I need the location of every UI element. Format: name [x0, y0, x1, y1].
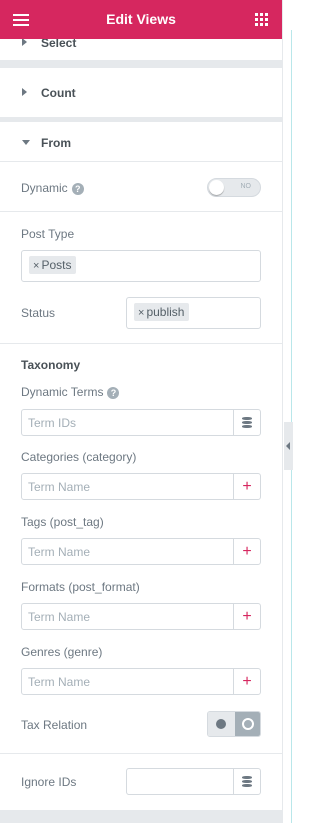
dynamic-tags-button[interactable] [233, 410, 260, 435]
add-genre-button[interactable]: + [233, 669, 260, 694]
dynamic-terms-label: Dynamic Terms? [21, 385, 120, 399]
database-icon [242, 776, 252, 787]
ignore-ids-label: Ignore IDs [21, 775, 77, 789]
plus-icon: + [242, 608, 252, 625]
collapse-panel-button[interactable] [284, 422, 293, 470]
categories-label: Categories (category) [21, 450, 137, 464]
dynamic-terms-input[interactable]: Term IDs [21, 409, 261, 436]
circle-outline-icon [242, 718, 254, 730]
formats-input[interactable]: Term Name + [21, 603, 261, 630]
caret-right-icon [22, 39, 27, 46]
section-from-label: From [41, 136, 71, 150]
caret-right-icon [22, 88, 27, 96]
post-type-select[interactable]: × Posts [21, 250, 261, 282]
toggle-knob [209, 180, 224, 195]
genres-label: Genres (genre) [21, 645, 103, 659]
divider [0, 753, 282, 754]
section-select-label: Select [41, 39, 77, 50]
section-count-label: Count [41, 86, 76, 100]
genres-input[interactable]: Term Name + [21, 668, 261, 695]
dynamic-tags-button[interactable] [233, 769, 260, 794]
plus-icon: + [242, 478, 252, 495]
status-chip[interactable]: × publish [134, 303, 190, 321]
tax-relation-or-option[interactable] [235, 712, 260, 736]
filled-circle-icon [216, 719, 226, 729]
preview-edge [282, 0, 293, 823]
add-tag-button[interactable]: + [233, 539, 260, 564]
post-type-label: Post Type [21, 227, 75, 241]
database-icon [242, 417, 252, 428]
add-category-button[interactable]: + [233, 474, 260, 499]
panel-header: Edit Views [0, 0, 282, 39]
panel-title: Edit Views [106, 11, 176, 27]
categories-input[interactable]: Term Name + [21, 473, 261, 500]
help-icon[interactable]: ? [107, 386, 120, 399]
taxonomy-title: Taxonomy [21, 358, 81, 372]
plus-icon: + [242, 673, 252, 690]
section-from-body: Dynamic? NO Post Type × Posts Status × pub… [0, 162, 282, 810]
divider [0, 343, 282, 344]
remove-chip-icon[interactable]: × [138, 307, 144, 319]
tags-input[interactable]: Term Name + [21, 538, 261, 565]
grid-icon[interactable] [255, 13, 268, 26]
divider [0, 211, 282, 212]
tax-relation-choose [207, 711, 261, 737]
status-select[interactable]: × publish [126, 297, 261, 329]
ignore-ids-input[interactable] [126, 768, 261, 795]
dynamic-label: Dynamic? [21, 181, 84, 195]
caret-down-icon [22, 140, 30, 145]
help-icon[interactable]: ? [71, 182, 84, 195]
section-select[interactable]: Select [0, 39, 282, 61]
dynamic-toggle[interactable]: NO [207, 178, 261, 197]
editor-panel: Edit Views Select Count From Dynamic? NO… [0, 0, 282, 823]
toggle-text: NO [240, 183, 252, 190]
status-label: Status [21, 306, 56, 320]
tags-label: Tags (post_tag) [21, 515, 104, 529]
tax-relation-and-option[interactable] [208, 712, 235, 736]
section-from[interactable]: From [0, 122, 282, 162]
formats-label: Formats (post_format) [21, 580, 140, 594]
remove-chip-icon[interactable]: × [33, 260, 39, 272]
add-format-button[interactable]: + [233, 604, 260, 629]
plus-icon: + [242, 543, 252, 560]
section-count[interactable]: Count [0, 68, 282, 117]
post-type-chip[interactable]: × Posts [29, 256, 77, 274]
tax-relation-label: Tax Relation [21, 718, 88, 732]
